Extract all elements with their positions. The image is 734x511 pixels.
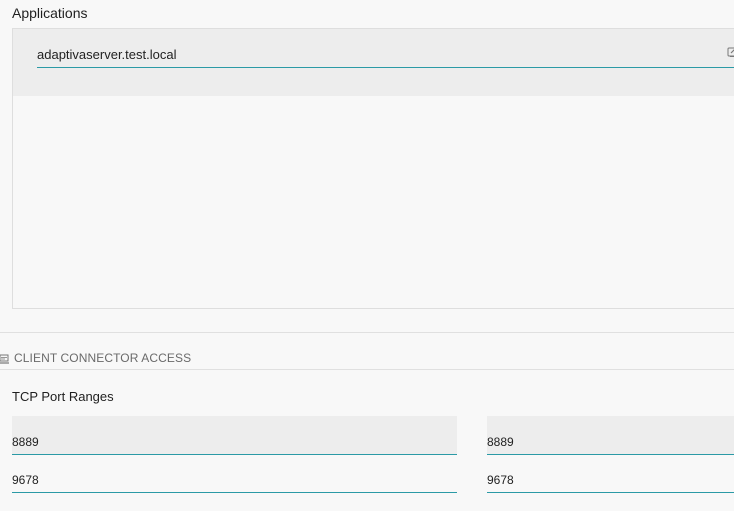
applications-label: Applications	[12, 5, 88, 21]
section-divider	[0, 332, 734, 333]
port-row-gap	[457, 416, 487, 455]
client-connector-header: CLIENT CONNECTOR ACCESS	[0, 348, 191, 368]
application-input[interactable]	[37, 41, 734, 68]
applications-list	[12, 28, 734, 309]
port-range-start-input[interactable]	[12, 430, 457, 455]
port-range-end-input[interactable]	[487, 430, 734, 455]
header-divider	[0, 369, 734, 370]
page: Applications CLIENT CONNECTOR ACCESS T	[0, 0, 734, 511]
tcp-port-ranges-label: TCP Port Ranges	[12, 389, 114, 404]
laptop-icon	[0, 352, 10, 364]
port-range-end-input[interactable]	[487, 468, 734, 493]
port-range-start-input[interactable]	[12, 468, 457, 493]
client-connector-title: CLIENT CONNECTOR ACCESS	[14, 351, 192, 365]
edit-icon[interactable]	[727, 45, 734, 57]
application-row	[13, 29, 734, 96]
